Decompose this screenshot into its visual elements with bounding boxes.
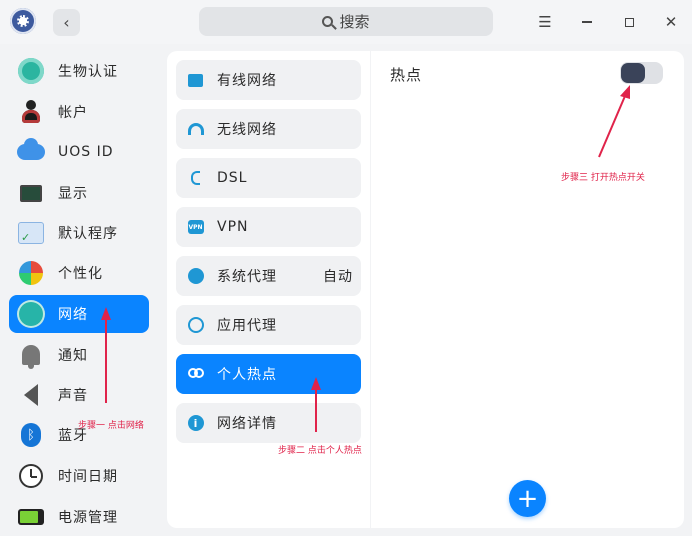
sidebar-item-uos-id[interactable]: UOS ID: [9, 133, 149, 171]
bluetooth-icon: ᛒ: [17, 421, 45, 449]
battery-icon: [17, 503, 45, 531]
settings-sidebar: 生物认证 帐户 UOS ID 显示 默认程序 个性化 网络 通知 声音 ᛒ 蓝牙…: [0, 44, 158, 535]
system-proxy-value: 自动: [323, 269, 353, 285]
plus-icon: +: [516, 483, 539, 514]
hotspot-title: 热点: [390, 66, 423, 84]
sidebar-item-label: UOS ID: [58, 144, 114, 160]
sidebar-item-label: 默认程序: [58, 226, 118, 242]
menu-icon: ☰: [538, 13, 552, 31]
sidebar-item-sound[interactable]: 声音: [9, 376, 149, 414]
sidebar-item-personalization[interactable]: 个性化: [9, 254, 149, 292]
annotation-step1: 步骤一 点击网络: [78, 421, 144, 431]
app-logo-icon: [10, 8, 36, 34]
sidebar-item-label: 通知: [58, 348, 88, 364]
sidebar-item-default-apps[interactable]: 默认程序: [9, 214, 149, 252]
toggle-knob: [621, 63, 645, 83]
hotspot-icon: [187, 366, 204, 383]
network-item-label: DSL: [217, 170, 248, 186]
speaker-icon: [17, 381, 45, 409]
network-icon: [17, 300, 45, 328]
network-item-vpn[interactable]: VPN VPN: [176, 207, 361, 247]
bell-icon: [17, 341, 45, 369]
add-hotspot-button[interactable]: +: [509, 480, 546, 517]
search-input[interactable]: 搜索: [199, 7, 493, 36]
network-item-label: 网络详情: [217, 416, 277, 432]
app-proxy-icon: [187, 317, 204, 334]
hotspot-panel: 热点 +: [371, 51, 684, 528]
network-item-wireless[interactable]: 无线网络: [176, 109, 361, 149]
chevron-left-icon: ‹: [63, 13, 70, 32]
sidebar-item-label: 显示: [58, 186, 88, 202]
default-apps-icon: [17, 219, 45, 247]
sidebar-item-label: 电源管理: [58, 510, 118, 526]
sidebar-item-label: 帐户: [58, 105, 88, 121]
network-item-label: 无线网络: [217, 122, 277, 138]
title-bar: ‹ 搜索 ☰ ✕: [0, 0, 692, 44]
search-placeholder: 搜索: [339, 13, 370, 31]
sidebar-item-datetime[interactable]: 时间日期: [9, 457, 149, 495]
wifi-icon: [187, 121, 204, 138]
personalization-icon: [17, 259, 45, 287]
hotspot-toggle[interactable]: [620, 62, 663, 84]
wired-network-icon: [187, 72, 204, 89]
sidebar-item-account[interactable]: 帐户: [9, 93, 149, 131]
back-button[interactable]: ‹: [53, 9, 80, 36]
sidebar-item-biometric[interactable]: 生物认证: [9, 52, 149, 90]
network-item-label: 系统代理: [217, 269, 277, 285]
fingerprint-icon: [17, 57, 45, 85]
network-item-label: VPN: [217, 219, 249, 235]
network-item-label: 应用代理: [217, 318, 277, 334]
main-menu-button[interactable]: ☰: [533, 10, 557, 34]
close-icon: ✕: [664, 13, 678, 31]
network-item-app-proxy[interactable]: 应用代理: [176, 305, 361, 345]
network-item-details[interactable]: i 网络详情: [176, 403, 361, 443]
minimize-icon: [582, 21, 592, 23]
account-icon: [17, 98, 45, 126]
clock-icon: [17, 462, 45, 490]
annotation-step3: 步骤三 打开热点开关: [561, 173, 645, 183]
vpn-icon: VPN: [187, 219, 204, 236]
sidebar-item-label: 生物认证: [58, 64, 118, 80]
system-proxy-icon: [187, 268, 204, 285]
maximize-button[interactable]: [617, 10, 641, 34]
network-item-dsl[interactable]: DSL: [176, 158, 361, 198]
network-item-hotspot[interactable]: 个人热点: [176, 354, 361, 394]
sidebar-item-label: 声音: [58, 388, 88, 404]
sidebar-item-network[interactable]: 网络: [9, 295, 149, 333]
network-item-wired[interactable]: 有线网络: [176, 60, 361, 100]
sidebar-item-notification[interactable]: 通知: [9, 336, 149, 374]
sidebar-item-power[interactable]: 电源管理: [9, 498, 149, 536]
sidebar-item-label: 时间日期: [58, 469, 118, 485]
minimize-button[interactable]: [575, 10, 599, 34]
info-icon: i: [187, 415, 204, 432]
network-item-system-proxy[interactable]: 系统代理 自动: [176, 256, 361, 296]
search-icon: [322, 16, 334, 27]
sidebar-item-label: 网络: [58, 307, 88, 323]
close-button[interactable]: ✕: [659, 10, 683, 34]
network-menu-panel: 有线网络 无线网络 DSL VPN VPN 系统代理 自动 应用代理 个人热点 …: [167, 51, 370, 528]
network-item-label: 个人热点: [217, 367, 277, 383]
cloud-icon: [17, 138, 45, 166]
sidebar-item-display[interactable]: 显示: [9, 174, 149, 212]
maximize-icon: [624, 17, 634, 27]
display-icon: [17, 179, 45, 207]
annotation-step2: 步骤二 点击个人热点: [278, 446, 362, 456]
sidebar-item-label: 个性化: [58, 266, 103, 282]
dsl-icon: [187, 170, 204, 187]
network-item-label: 有线网络: [217, 73, 277, 89]
